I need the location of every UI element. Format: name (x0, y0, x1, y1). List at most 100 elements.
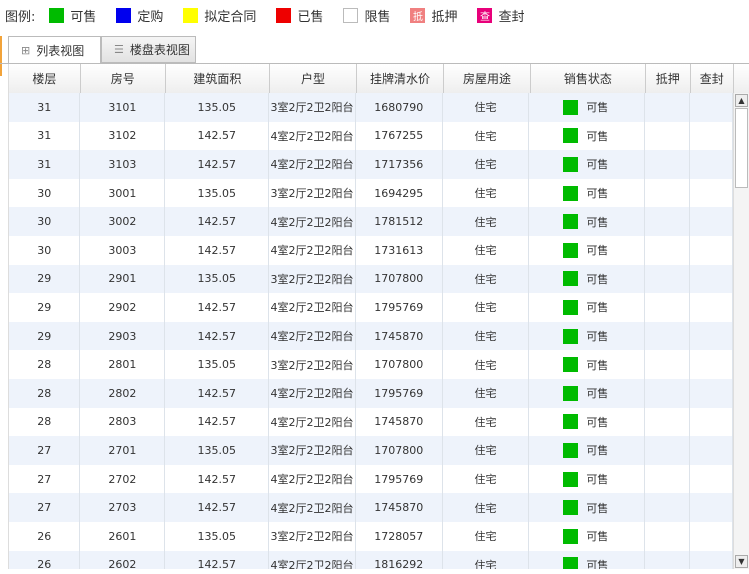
status-swatch (563, 299, 579, 315)
status-swatch (563, 442, 579, 458)
cell-area: 142.57 (165, 207, 270, 236)
cell-mortgage (645, 493, 691, 522)
cell-floor: 27 (9, 493, 81, 522)
table-row[interactable]: 29 2902 142.57 4室2厅2卫2阳台 1795769 住宅 可售 (9, 293, 733, 322)
cell-seal (690, 436, 733, 465)
tab-label: 楼盘表视图 (129, 43, 190, 57)
cell-mortgage (645, 207, 691, 236)
cell-usage: 住宅 (443, 293, 530, 322)
cell-sale-status: 可售 (529, 178, 646, 208)
table-row[interactable]: 28 2803 142.57 4室2厅2卫2阳台 1745870 住宅 可售 (9, 407, 733, 437)
cell-layout: 4室2厅2卫2阳台 (269, 121, 356, 151)
cell-floor: 26 (9, 521, 81, 551)
status-swatch (563, 128, 579, 144)
cell-room-no: 2802 (80, 378, 166, 408)
cell-layout: 4室2厅2卫2阳台 (269, 550, 356, 569)
cell-area: 142.57 (165, 493, 270, 522)
column-header-layout[interactable]: 户型 (270, 64, 358, 93)
tab-list-view[interactable]: ⊞ 列表视图 (8, 36, 101, 64)
status-swatch (563, 528, 579, 544)
table-row[interactable]: 26 2601 135.05 3室2厅2卫2阳台 1728057 住宅 可售 (9, 521, 733, 551)
cell-area: 135.05 (165, 350, 270, 379)
table-row[interactable]: 28 2802 142.57 4室2厅2卫2阳台 1795769 住宅 可售 (9, 378, 733, 408)
cell-usage: 住宅 (443, 493, 530, 522)
table-row[interactable]: 30 3002 142.57 4室2厅2卫2阳台 1781512 住宅 可售 (9, 207, 733, 236)
status-text: 可售 (586, 444, 609, 458)
cell-price: 1707800 (356, 436, 443, 465)
cell-layout: 4室2厅2卫2阳台 (269, 464, 356, 494)
table-row[interactable]: 31 3103 142.57 4室2厅2卫2阳台 1717356 住宅 可售 (9, 150, 733, 179)
vertical-scrollbar[interactable]: ▲ ▼ (733, 93, 749, 569)
status-text: 可售 (586, 215, 609, 229)
cell-area: 142.57 (165, 293, 270, 322)
column-header-mortgage[interactable]: 抵押 (646, 64, 691, 93)
cell-layout: 3室2厅2卫2阳台 (269, 264, 356, 294)
table-row[interactable]: 30 3003 142.57 4室2厅2卫2阳台 1731613 住宅 可售 (9, 235, 733, 265)
cell-area: 142.57 (165, 321, 270, 351)
column-header-room-no[interactable]: 房号 (81, 64, 166, 93)
status-text: 可售 (586, 301, 609, 315)
column-header-seal[interactable]: 查封 (691, 64, 734, 93)
status-swatch (563, 500, 579, 516)
tab-building-table-view[interactable]: ☰ 楼盘表视图 (101, 36, 196, 63)
cell-price: 1745870 (356, 407, 443, 437)
status-text: 可售 (586, 330, 609, 344)
cell-usage: 住宅 (443, 93, 530, 122)
legend-swatch: 抵 (410, 7, 426, 23)
cell-mortgage (645, 550, 691, 569)
table-row[interactable]: 30 3001 135.05 3室2厅2卫2阳台 1694295 住宅 可售 (9, 178, 733, 208)
table-row[interactable]: 31 3102 142.57 4室2厅2卫2阳台 1767255 住宅 可售 (9, 121, 733, 151)
cell-room-no: 2702 (80, 464, 166, 494)
legend-item: 查查封 (477, 6, 525, 25)
table-row[interactable]: 31 3101 135.05 3室2厅2卫2阳台 1680790 住宅 可售 (9, 93, 733, 122)
legend-items: 可售 定购 拟定合同 已售 限售 抵抵押 查查封 (49, 6, 544, 25)
table-row[interactable]: 27 2703 142.57 4室2厅2卫2阳台 1745870 住宅 可售 (9, 493, 733, 522)
status-text: 可售 (586, 101, 609, 115)
column-header-floor[interactable]: 楼层 (9, 64, 81, 93)
cell-area: 135.05 (165, 436, 270, 465)
status-text: 可售 (586, 244, 609, 258)
legend-label: 可售 (70, 9, 97, 25)
status-text: 可售 (586, 129, 609, 143)
cell-sale-status: 可售 (529, 521, 646, 551)
column-header-price[interactable]: 挂牌清水价 (357, 64, 445, 93)
status-swatch (563, 185, 579, 201)
cell-mortgage (645, 264, 691, 294)
cell-seal (690, 464, 733, 494)
scroll-down-button[interactable]: ▼ (735, 555, 748, 568)
grid-header: 楼层 房号 建筑面积 户型 挂牌清水价 房屋用途 销售状态 抵押 查封 (9, 64, 749, 94)
cell-layout: 4室2厅2卫2阳台 (269, 321, 356, 351)
cell-area: 142.57 (165, 407, 270, 437)
table-row[interactable]: 26 2602 142.57 4室2厅2卫2阳台 1816292 住宅 可售 (9, 550, 733, 569)
cell-mortgage (645, 321, 691, 351)
cell-room-no: 3003 (80, 235, 166, 265)
legend-item: 抵抵押 (410, 6, 457, 25)
column-header-area[interactable]: 建筑面积 (166, 64, 271, 93)
table-row[interactable]: 27 2701 135.05 3室2厅2卫2阳台 1707800 住宅 可售 (9, 436, 733, 465)
arrow-up-icon: ▲ (738, 96, 745, 105)
status-swatch (563, 414, 579, 430)
cell-area: 142.57 (165, 464, 270, 494)
table-row[interactable]: 29 2903 142.57 4室2厅2卫2阳台 1745870 住宅 可售 (9, 321, 733, 351)
cell-floor: 27 (9, 436, 81, 465)
scroll-thumb[interactable] (735, 108, 748, 188)
cell-room-no: 2902 (80, 293, 166, 322)
cell-usage: 住宅 (443, 436, 530, 465)
cell-floor: 31 (9, 121, 81, 151)
legend-label: 抵押 (431, 9, 458, 25)
cell-sale-status: 可售 (529, 464, 646, 494)
cell-price: 1728057 (356, 521, 443, 551)
table-row[interactable]: 28 2801 135.05 3室2厅2卫2阳台 1707800 住宅 可售 (9, 350, 733, 379)
cell-room-no: 2703 (80, 493, 166, 522)
cell-price: 1816292 (356, 550, 443, 569)
cell-usage: 住宅 (443, 121, 530, 151)
status-swatch (563, 557, 579, 569)
cell-usage: 住宅 (443, 521, 530, 551)
column-header-sale-status[interactable]: 销售状态 (531, 64, 646, 93)
scroll-up-button[interactable]: ▲ (735, 94, 748, 107)
table-row[interactable]: 29 2901 135.05 3室2厅2卫2阳台 1707800 住宅 可售 (9, 264, 733, 294)
table-row[interactable]: 27 2702 142.57 4室2厅2卫2阳台 1795769 住宅 可售 (9, 464, 733, 494)
legend-swatch (183, 7, 199, 23)
cell-usage: 住宅 (443, 350, 530, 379)
column-header-usage[interactable]: 房屋用途 (444, 64, 532, 93)
